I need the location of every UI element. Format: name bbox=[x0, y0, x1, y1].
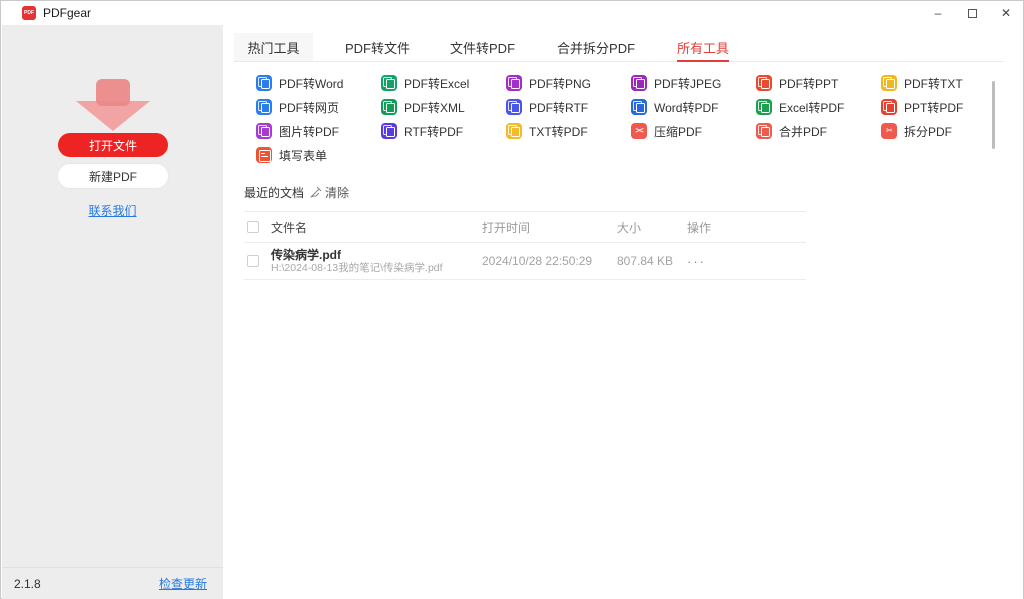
arrow-stem bbox=[96, 79, 130, 106]
file-cell: 传染病学.pdf H:\2024-08-13我的笔记\传染病学.pdf bbox=[271, 248, 482, 275]
title-bar: PDF PDFgear – ✕ bbox=[1, 1, 1023, 25]
tool-txt-to-pdf[interactable]: TXT转PDF bbox=[506, 119, 631, 143]
tool-word-to-pdf[interactable]: Word转PDF bbox=[631, 95, 756, 119]
clear-label: 清除 bbox=[325, 184, 349, 201]
tool-merge-pdf[interactable]: 合并PDF bbox=[756, 119, 881, 143]
convert-icon bbox=[756, 75, 772, 91]
tool-label: RTF转PDF bbox=[404, 123, 463, 140]
minimize-button[interactable]: – bbox=[921, 1, 955, 25]
tool-pdf-to-png[interactable]: PDF转PNG bbox=[506, 71, 631, 95]
tool-label: PDF转PPT bbox=[779, 75, 838, 92]
column-size: 大小 bbox=[617, 219, 687, 236]
main-content: 热门工具 PDF转文件 文件转PDF 合并拆分PDF 所有工具 PDF转Word… bbox=[223, 25, 1023, 599]
tool-label: 图片转PDF bbox=[279, 123, 339, 140]
clear-icon bbox=[310, 186, 322, 198]
convert-icon bbox=[256, 75, 272, 91]
tool-label: PDF转TXT bbox=[904, 75, 963, 92]
convert-icon bbox=[381, 123, 397, 139]
check-update-link[interactable]: 检查更新 bbox=[159, 575, 207, 592]
tool-label: PDF转Excel bbox=[404, 75, 469, 92]
tool-label: PDF转Word bbox=[279, 75, 343, 92]
form-icon bbox=[256, 147, 272, 163]
convert-icon bbox=[506, 123, 522, 139]
file-size: 807.84 KB bbox=[617, 254, 687, 268]
column-open-time: 打开时间 bbox=[482, 219, 617, 236]
version-label: 2.1.8 bbox=[14, 577, 41, 591]
row-actions-menu-button[interactable]: ··· bbox=[687, 254, 806, 269]
convert-icon bbox=[756, 99, 772, 115]
tool-pdf-to-excel[interactable]: PDF转Excel bbox=[381, 71, 506, 95]
tools-grid: PDF转Word PDF转Excel PDF转PNG PDF转JPEG PDF转… bbox=[256, 71, 1006, 167]
tab-pdf-to-file[interactable]: PDF转文件 bbox=[339, 33, 416, 61]
window-title: PDFgear bbox=[43, 6, 91, 20]
tool-split-pdf[interactable]: ✂ 拆分PDF bbox=[881, 119, 1006, 143]
table-row[interactable]: 传染病学.pdf H:\2024-08-13我的笔记\传染病学.pdf 2024… bbox=[244, 243, 806, 280]
contact-us-link[interactable]: 联系我们 bbox=[88, 204, 136, 218]
tool-pdf-to-txt[interactable]: PDF转TXT bbox=[881, 71, 1006, 95]
tool-label: TXT转PDF bbox=[529, 123, 588, 140]
convert-icon bbox=[881, 99, 897, 115]
tool-rtf-to-pdf[interactable]: RTF转PDF bbox=[381, 119, 506, 143]
new-pdf-button[interactable]: 新建PDF bbox=[58, 164, 168, 188]
tool-label: 拆分PDF bbox=[904, 123, 952, 140]
convert-icon bbox=[881, 75, 897, 91]
file-name: 传染病学.pdf bbox=[271, 248, 482, 262]
tab-merge-split[interactable]: 合并拆分PDF bbox=[551, 33, 641, 61]
column-actions: 操作 bbox=[687, 219, 806, 236]
compress-icon: >< bbox=[631, 123, 647, 139]
tool-label: 填写表单 bbox=[279, 147, 327, 164]
tool-label: PDF转XML bbox=[404, 99, 465, 116]
select-all-checkbox[interactable] bbox=[247, 221, 259, 233]
tool-pdf-to-rtf[interactable]: PDF转RTF bbox=[506, 95, 631, 119]
row-checkbox[interactable] bbox=[247, 255, 259, 267]
tool-excel-to-pdf[interactable]: Excel转PDF bbox=[756, 95, 881, 119]
tool-label: 合并PDF bbox=[779, 123, 827, 140]
table-header-row: 文件名 打开时间 大小 操作 bbox=[244, 211, 806, 243]
maximize-button[interactable] bbox=[955, 1, 989, 25]
tool-tabs: 热门工具 PDF转文件 文件转PDF 合并拆分PDF 所有工具 bbox=[234, 33, 1004, 62]
merge-icon bbox=[756, 123, 772, 139]
tool-label: PDF转网页 bbox=[279, 99, 339, 116]
open-file-button[interactable]: 打开文件 bbox=[58, 133, 168, 157]
tool-label: PDF转RTF bbox=[529, 99, 588, 116]
tool-label: PPT转PDF bbox=[904, 99, 963, 116]
recent-files-table: 文件名 打开时间 大小 操作 传染病学.pdf H:\2024-08-13我的笔… bbox=[244, 211, 806, 280]
convert-icon bbox=[256, 99, 272, 115]
close-button[interactable]: ✕ bbox=[989, 1, 1023, 25]
tool-pdf-to-word[interactable]: PDF转Word bbox=[256, 71, 381, 95]
recent-docs-title: 最近的文档 bbox=[244, 184, 304, 201]
tool-compress-pdf[interactable]: >< 压缩PDF bbox=[631, 119, 756, 143]
convert-icon bbox=[381, 75, 397, 91]
tab-hot-tools[interactable]: 热门工具 bbox=[234, 33, 313, 61]
tool-label: PDF转JPEG bbox=[654, 75, 721, 92]
clear-recent-button[interactable]: 清除 bbox=[310, 184, 349, 201]
file-path: H:\2024-08-13我的笔记\传染病学.pdf bbox=[271, 262, 482, 275]
vertical-scrollbar[interactable] bbox=[992, 81, 995, 149]
convert-icon bbox=[256, 123, 272, 139]
tool-ppt-to-pdf[interactable]: PPT转PDF bbox=[881, 95, 1006, 119]
tool-pdf-to-jpeg[interactable]: PDF转JPEG bbox=[631, 71, 756, 95]
tool-label: Word转PDF bbox=[654, 99, 718, 116]
tool-label: PDF转PNG bbox=[529, 75, 591, 92]
tool-fill-form[interactable]: 填写表单 bbox=[256, 143, 381, 167]
convert-icon bbox=[506, 75, 522, 91]
convert-icon bbox=[631, 75, 647, 91]
tool-label: Excel转PDF bbox=[779, 99, 844, 116]
sidebar: 打开文件 新建PDF 联系我们 2.1.8 检查更新 bbox=[2, 25, 223, 599]
convert-icon bbox=[506, 99, 522, 115]
file-open-time: 2024/10/28 22:50:29 bbox=[482, 254, 617, 268]
convert-icon bbox=[631, 99, 647, 115]
convert-icon bbox=[381, 99, 397, 115]
tool-label: 压缩PDF bbox=[654, 123, 702, 140]
tool-pdf-to-ppt[interactable]: PDF转PPT bbox=[756, 71, 881, 95]
tool-image-to-pdf[interactable]: 图片转PDF bbox=[256, 119, 381, 143]
tool-pdf-to-web[interactable]: PDF转网页 bbox=[256, 95, 381, 119]
column-filename: 文件名 bbox=[271, 219, 482, 236]
tab-file-to-pdf[interactable]: 文件转PDF bbox=[444, 33, 521, 61]
tool-pdf-to-xml[interactable]: PDF转XML bbox=[381, 95, 506, 119]
maximize-icon bbox=[968, 9, 977, 18]
scissors-icon: ✂ bbox=[881, 123, 897, 139]
tab-all-tools[interactable]: 所有工具 bbox=[671, 33, 735, 61]
app-logo-icon: PDF bbox=[22, 6, 36, 20]
